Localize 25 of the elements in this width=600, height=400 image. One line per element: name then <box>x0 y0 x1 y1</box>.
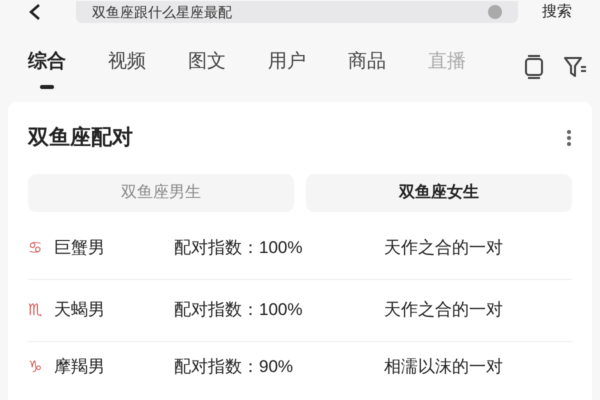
match-comment: 天作之合的一对 <box>384 299 503 322</box>
sign-name: 摩羯男 <box>54 356 106 378</box>
sign-name: 天蝎男 <box>54 299 106 322</box>
search-field[interactable]: 双鱼座跟什么星座最配 <box>76 1 518 23</box>
match-comment: 相濡以沫的一对 <box>384 356 503 378</box>
tab[interactable]: 图文 <box>188 45 226 89</box>
sign-name: 巨蟹男 <box>54 237 106 260</box>
search-button[interactable]: 搜索 <box>542 0 572 24</box>
match-score: 配对指数：100% <box>174 237 304 260</box>
search-text: 双鱼座跟什么星座最配 <box>92 2 233 22</box>
filter-icon[interactable] <box>564 56 588 78</box>
zodiac-icon: ♋ <box>28 236 50 260</box>
back-icon[interactable] <box>28 4 42 20</box>
tab[interactable]: 视频 <box>108 45 146 89</box>
tab[interactable]: 综合 <box>28 45 66 89</box>
match-comment: 天作之合的一对 <box>384 237 503 260</box>
toggle-option[interactable]: 双鱼座女生 <box>306 174 572 212</box>
tab[interactable]: 用户 <box>268 45 306 89</box>
zodiac-icon: ♑ <box>28 354 50 378</box>
more-icon[interactable] <box>566 128 572 147</box>
match-score: 配对指数：100% <box>174 299 304 322</box>
tab[interactable]: 商品 <box>348 45 386 89</box>
match-score: 配对指数：90% <box>174 356 294 378</box>
zodiac-icon: ♏ <box>28 298 50 322</box>
card-title: 双鱼座配对 <box>28 124 133 151</box>
